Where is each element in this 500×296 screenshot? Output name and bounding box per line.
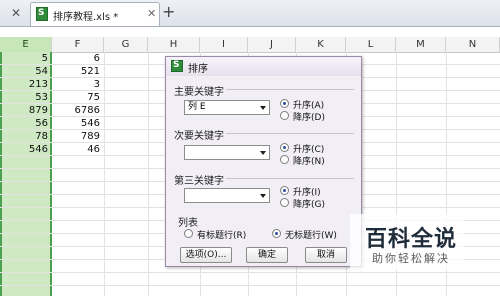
options-button[interactable]: 选项(O)... — [180, 247, 232, 263]
cell-e8[interactable]: 546 — [2, 144, 48, 156]
tertiary-asc-radio[interactable] — [280, 186, 289, 195]
column-header-f[interactable]: F — [52, 37, 104, 52]
tab-close-icon[interactable]: ✕ — [147, 7, 156, 20]
file-tab[interactable]: 排序教程.xls * ✕ — [30, 2, 160, 26]
watermark-tagline: 助你轻松解决 — [372, 252, 450, 265]
chevron-down-icon — [260, 194, 266, 198]
tertiary-desc-label: 降序(G) — [293, 200, 325, 210]
column-header-n[interactable]: N — [446, 37, 500, 52]
column-header-j[interactable]: J — [248, 37, 296, 52]
column-header-h[interactable]: H — [148, 37, 200, 52]
cell-e1[interactable]: 5 — [2, 53, 48, 65]
close-icon[interactable]: ✕ — [8, 5, 24, 21]
column-header-row: E F G H I J K L M N — [0, 37, 500, 53]
primary-desc-label: 降序(D) — [293, 113, 325, 123]
sort-dialog: 排序 主要关键字 列 E 升序(A) 降序(D) 次要关键字 升序(C) 降序(… — [165, 56, 362, 267]
cell-f6[interactable]: 546 — [54, 118, 100, 130]
cell-e4[interactable]: 53 — [2, 92, 48, 104]
no-header-radio[interactable] — [272, 229, 281, 238]
new-tab-button[interactable]: + — [162, 3, 175, 21]
secondary-key-label: 次要关键字 — [174, 131, 224, 142]
cell-f1[interactable]: 6 — [54, 53, 100, 65]
cell-f7[interactable]: 789 — [54, 131, 100, 143]
secondary-asc-radio[interactable] — [280, 143, 289, 152]
watermark-logo: 百科全说 — [365, 227, 458, 252]
chevron-down-icon — [260, 106, 266, 110]
chevron-down-icon — [260, 151, 266, 155]
cell-e5[interactable]: 879 — [2, 105, 48, 117]
cell-f5[interactable]: 6786 — [54, 105, 100, 117]
primary-key-select[interactable]: 列 E — [184, 100, 270, 115]
cell-e3[interactable]: 213 — [2, 79, 48, 91]
tertiary-key-select[interactable] — [184, 188, 270, 203]
cell-e2[interactable]: 54 — [2, 66, 48, 78]
column-header-m[interactable]: M — [396, 37, 446, 52]
app-icon — [171, 60, 183, 72]
primary-key-label: 主要关键字 — [174, 87, 224, 98]
primary-desc-radio[interactable] — [280, 111, 289, 120]
cell-f3[interactable]: 3 — [54, 79, 100, 91]
column-header-l[interactable]: L — [346, 37, 396, 52]
ok-button[interactable]: 确定 — [246, 247, 288, 263]
has-header-radio[interactable] — [184, 229, 193, 238]
no-header-label: 无标题行(W) — [285, 231, 337, 241]
secondary-key-select[interactable] — [184, 145, 270, 160]
secondary-desc-radio[interactable] — [280, 155, 289, 164]
cell-e7[interactable]: 78 — [2, 131, 48, 143]
primary-key-value: 列 E — [188, 102, 206, 112]
cell-f8[interactable]: 46 — [54, 144, 100, 156]
column-header-k[interactable]: K — [296, 37, 346, 52]
dialog-title-bar[interactable]: 排序 — [166, 57, 361, 76]
cancel-button[interactable]: 取消 — [305, 247, 347, 263]
cell-f4[interactable]: 75 — [54, 92, 100, 104]
column-header-g[interactable]: G — [104, 37, 148, 52]
spreadsheet-icon — [36, 7, 48, 21]
column-header-i[interactable]: I — [200, 37, 248, 52]
cell-f2[interactable]: 521 — [54, 66, 100, 78]
dialog-title: 排序 — [188, 64, 208, 75]
secondary-desc-label: 降序(N) — [293, 157, 325, 167]
tab-bar: ✕ 排序教程.xls * ✕ + — [0, 0, 500, 27]
cell-e6[interactable]: 56 — [2, 118, 48, 130]
column-header-e[interactable]: E — [0, 37, 52, 52]
primary-asc-radio[interactable] — [280, 99, 289, 108]
has-header-label: 有标题行(R) — [197, 231, 247, 241]
list-section-label: 列表 — [178, 218, 198, 229]
tertiary-key-label: 第三关键字 — [174, 176, 224, 187]
file-tab-label: 排序教程.xls * — [53, 12, 119, 23]
tertiary-desc-radio[interactable] — [280, 198, 289, 207]
